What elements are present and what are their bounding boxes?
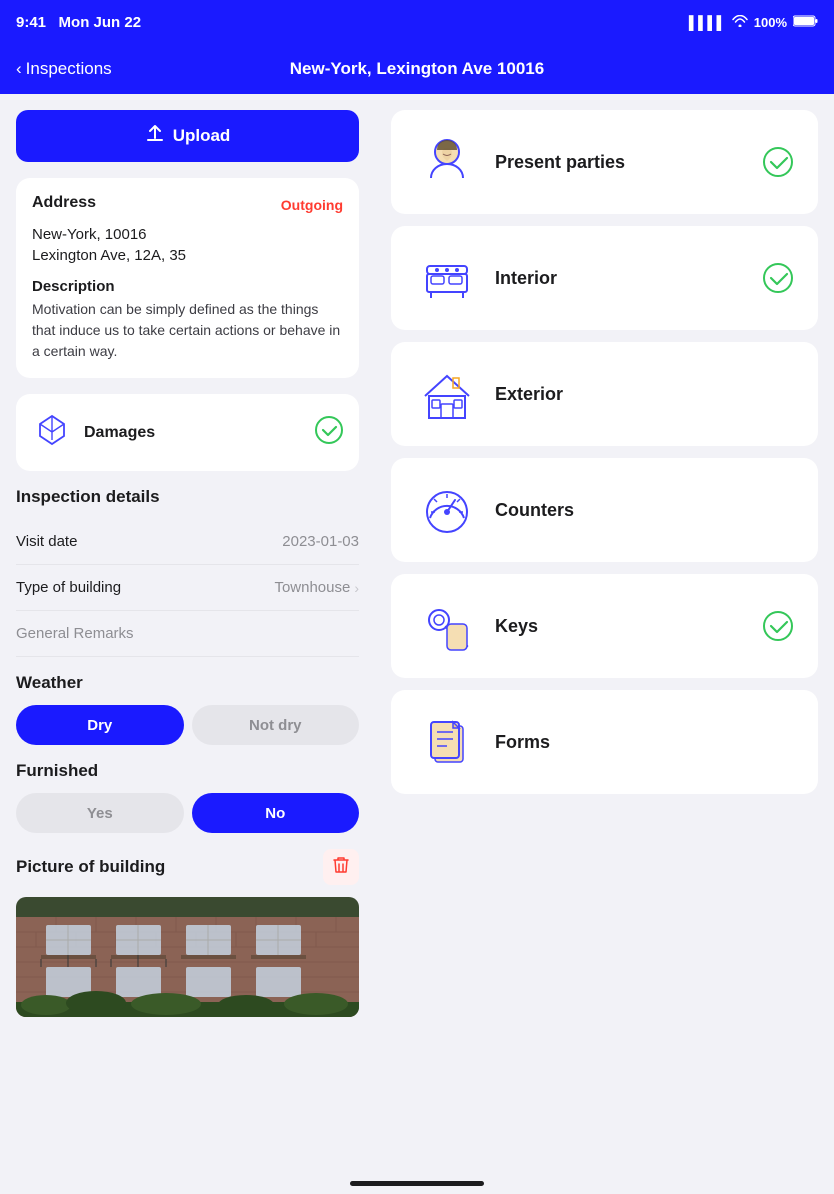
inspection-details-section: Inspection details Visit date 2023-01-03… [16,487,359,657]
status-bar: 9:41 Mon Jun 22 ▌▌▌▌ 100% [0,0,834,44]
keys-icon [415,594,479,658]
interior-label: Interior [495,268,557,289]
damages-left: Damages [32,410,155,455]
forms-card[interactable]: Forms [391,690,818,794]
counters-label: Counters [495,500,574,521]
type-of-building-row[interactable]: Type of building Townhouse › [16,565,359,611]
picture-section: Picture of building [16,849,359,1017]
picture-section-header: Picture of building [16,849,359,885]
furnished-section: Furnished Yes No [16,761,359,833]
counters-icon [415,478,479,542]
address-card: Address Outgoing New-York, 10016 Lexingt… [16,178,359,378]
address-line2: Lexington Ave, 12A, 35 [32,245,343,266]
status-time: 9:41 [16,14,46,31]
nav-bar: ‹ Inspections New-York, Lexington Ave 10… [0,44,834,94]
furnished-toggle-group: Yes No [16,793,359,833]
back-label: Inspections [26,59,112,79]
keys-label: Keys [495,616,538,637]
furnished-title: Furnished [16,761,359,781]
damages-label: Damages [84,424,155,442]
damages-check-icon [315,416,343,449]
nav-title: New-York, Lexington Ave 10016 [290,59,544,79]
right-panel: Present parties [375,94,834,1194]
interior-icon [415,246,479,310]
building-photo [16,897,359,1017]
address-card-header: Address Outgoing [32,194,343,216]
home-indicator [350,1181,484,1186]
address-title: Address [32,194,96,212]
general-remarks-input[interactable] [16,611,359,657]
exterior-label: Exterior [495,384,563,405]
forms-icon [415,710,479,774]
inspection-details-title: Inspection details [16,487,359,507]
present-parties-icon [415,130,479,194]
weather-toggle-group: Dry Not dry [16,705,359,745]
status-date: Mon Jun 22 [59,14,142,31]
status-bar-icons: ▌▌▌▌ 100% [689,15,818,30]
furnished-no-button[interactable]: No [192,793,360,833]
keys-left: Keys [415,594,538,658]
present-parties-check [762,146,794,178]
picture-title: Picture of building [16,857,165,877]
keys-card[interactable]: Keys [391,574,818,678]
furnished-yes-button[interactable]: Yes [16,793,184,833]
left-panel: Upload Address Outgoing New-York, 10016 … [0,94,375,1194]
visit-date-row: Visit date 2023-01-03 [16,519,359,565]
forms-label: Forms [495,732,550,753]
chevron-right-icon: › [354,580,359,596]
interior-left: Interior [415,246,557,310]
weather-not-dry-button[interactable]: Not dry [192,705,360,745]
exterior-card[interactable]: Exterior [391,342,818,446]
signal-icon: ▌▌▌▌ [689,15,726,30]
status-bar-time-date: 9:41 Mon Jun 22 [16,14,141,31]
outgoing-badge: Outgoing [281,197,343,213]
visit-date-value: 2023-01-03 [282,533,359,550]
upload-icon [145,124,165,149]
upload-button[interactable]: Upload [16,110,359,162]
description-title: Description [32,278,343,295]
battery-percent: 100% [754,15,787,30]
damages-icon [32,410,72,455]
damages-card[interactable]: Damages [16,394,359,471]
type-of-building-label: Type of building [16,579,121,596]
battery-icon [793,15,818,30]
description-text: Motivation can be simply defined as the … [32,299,343,362]
upload-label: Upload [173,126,231,146]
counters-card[interactable]: Counters [391,458,818,562]
wifi-icon [732,15,748,30]
back-button[interactable]: ‹ Inspections [16,59,112,79]
trash-icon [333,856,349,879]
present-parties-left: Present parties [415,130,625,194]
forms-left: Forms [415,710,550,774]
present-parties-card[interactable]: Present parties [391,110,818,214]
exterior-left: Exterior [415,362,563,426]
weather-dry-button[interactable]: Dry [16,705,184,745]
counters-left: Counters [415,478,574,542]
address-line1: New-York, 10016 [32,224,343,245]
type-of-building-value: Townhouse › [274,579,359,596]
weather-title: Weather [16,673,359,693]
visit-date-label: Visit date [16,533,77,550]
delete-picture-button[interactable] [323,849,359,885]
interior-check [762,262,794,294]
main-layout: Upload Address Outgoing New-York, 10016 … [0,94,834,1194]
exterior-icon [415,362,479,426]
present-parties-label: Present parties [495,152,625,173]
weather-section: Weather Dry Not dry [16,673,359,745]
back-chevron-icon: ‹ [16,59,22,79]
keys-check [762,610,794,642]
interior-card[interactable]: Interior [391,226,818,330]
